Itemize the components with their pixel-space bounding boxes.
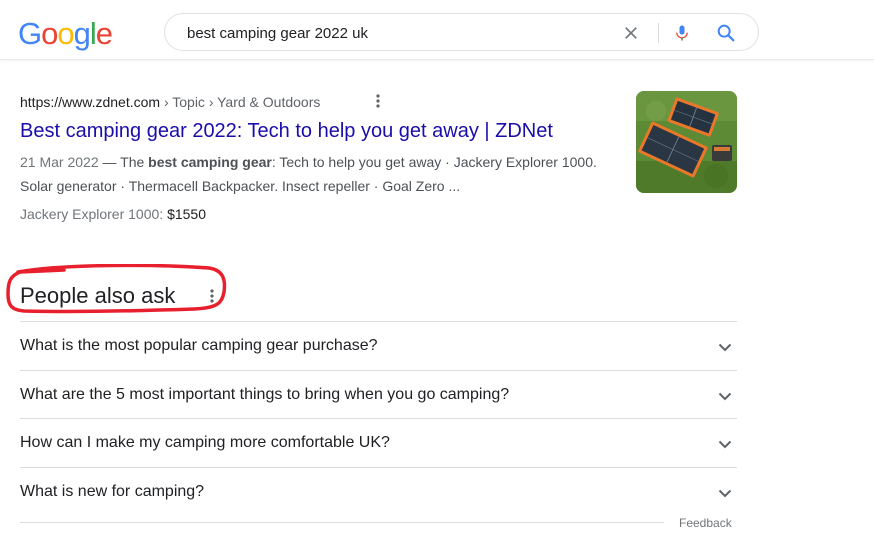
search-icon[interactable] [715,22,737,44]
header-bar: Google [0,0,874,60]
logo-letter-o1: o [41,16,58,51]
paa-question[interactable]: What is the most popular camping gear pu… [20,322,737,371]
more-options-icon[interactable] [373,93,383,109]
price-label: Jackery Explorer 1000: [20,206,168,222]
result-thumbnail[interactable] [636,91,737,193]
paa-question[interactable]: What are the 5 most important things to … [20,371,737,419]
feedback-link[interactable]: Feedback [679,515,732,531]
chevron-down-icon [718,392,732,400]
logo-letter-g: G [18,16,42,51]
price-value: $1550 [167,206,207,222]
snippet-text-pre: — The [98,154,149,170]
result-price: Jackery Explorer 1000: $1550 [20,205,206,223]
result-breadcrumb: › Topic › Yard & Outdoors [160,94,321,110]
result-date: 21 Mar 2022 [20,154,99,170]
solar-panels-on-grass-image [636,91,737,193]
close-icon[interactable] [621,23,641,43]
result-title-link[interactable]: Best camping gear 2022: Tech to help you… [20,118,553,144]
search-divider [658,23,659,43]
chevron-down-icon [718,440,732,449]
microphone-icon[interactable] [672,22,692,44]
question-text: How can I make my camping more comfortab… [20,434,390,451]
snippet-bold: best camping gear [148,154,272,170]
logo-letter-o2: o [57,16,74,51]
paa-heading: People also ask [20,283,176,308]
feedback-divider [20,522,664,523]
result-url[interactable]: https://www.zdnet.com › Topic › Yard & O… [20,93,320,111]
search-box [164,13,759,51]
question-text: What is new for camping? [20,482,205,500]
chevron-down-icon [718,489,732,497]
logo-letter-e: e [95,16,113,51]
search-input[interactable] [187,22,607,44]
question-text: What is the most popular camping gear pu… [20,337,378,354]
logo-letter-g2: g [73,16,91,51]
paa-question[interactable]: How can I make my camping more comfortab… [20,419,737,468]
result-domain: https://www.zdnet.com [20,94,161,110]
question-text: What are the 5 most important things to … [20,385,510,403]
google-logo[interactable]: Google [18,16,113,52]
chevron-down-icon [718,343,732,352]
more-options-icon[interactable] [207,288,217,304]
paa-question-list: What is the most popular camping gear pu… [20,321,737,516]
paa-question[interactable]: What is new for camping? [20,468,737,517]
result-snippet: 21 Mar 2022 — The best camping gear: Tec… [20,150,620,198]
